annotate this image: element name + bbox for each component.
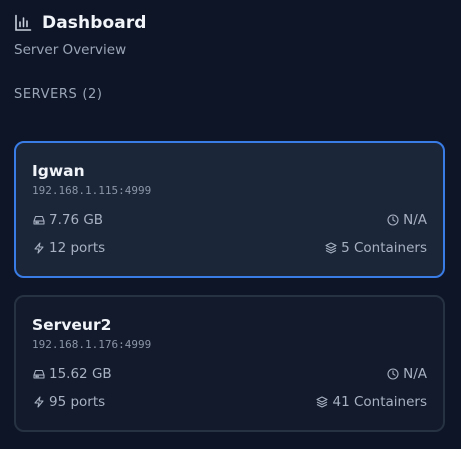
hard-drive-icon xyxy=(32,368,45,381)
storage-value: 15.62 GB xyxy=(49,366,112,382)
containers-value: 5 Containers xyxy=(341,240,427,256)
server-stats-row: 15.62 GB N/A xyxy=(32,364,427,384)
uptime-value: N/A xyxy=(403,366,427,382)
ports-stat: 95 ports xyxy=(32,394,105,410)
layers-icon xyxy=(316,396,329,409)
ports-value: 95 ports xyxy=(49,394,106,410)
clock-icon xyxy=(386,368,399,381)
header: Dashboard xyxy=(14,0,447,35)
server-list: Igwan 192.168.1.115:4999 7.76 GB N/A 12 … xyxy=(14,141,445,432)
layers-icon xyxy=(324,242,337,255)
containers-stat: 41 Containers xyxy=(316,394,427,410)
servers-label: SERVERS xyxy=(14,87,78,102)
server-stats-row: 95 ports 41 Containers xyxy=(32,392,427,412)
containers-value: 41 Containers xyxy=(332,394,427,410)
hard-drive-icon xyxy=(32,214,45,227)
servers-section-label: SERVERS (2) xyxy=(14,87,447,102)
clock-icon xyxy=(386,214,399,227)
server-stats-row: 12 ports 5 Containers xyxy=(32,238,427,258)
storage-stat: 7.76 GB xyxy=(32,212,103,228)
uptime-value: N/A xyxy=(403,212,427,228)
server-address: 192.168.1.176:4999 xyxy=(32,338,152,351)
server-address: 192.168.1.115:4999 xyxy=(32,184,152,197)
server-name: Serveur2 xyxy=(32,316,112,334)
ports-value: 12 ports xyxy=(49,240,106,256)
page-title: Dashboard xyxy=(42,13,147,33)
uptime-stat: N/A xyxy=(386,366,427,382)
lightning-icon xyxy=(32,242,45,255)
bar-chart-icon xyxy=(14,14,32,32)
containers-stat: 5 Containers xyxy=(324,240,427,256)
storage-stat: 15.62 GB xyxy=(32,366,112,382)
server-name: Igwan xyxy=(32,162,85,180)
server-card[interactable]: Igwan 192.168.1.115:4999 7.76 GB N/A 12 … xyxy=(14,141,445,278)
uptime-stat: N/A xyxy=(386,212,427,228)
lightning-icon xyxy=(32,396,45,409)
server-stats-row: 7.76 GB N/A xyxy=(32,210,427,230)
page-subtitle: Server Overview xyxy=(14,42,127,58)
app-root: Dashboard Server Overview SERVERS (2) Ig… xyxy=(0,0,461,449)
ports-stat: 12 ports xyxy=(32,240,105,256)
storage-value: 7.76 GB xyxy=(49,212,104,228)
servers-count: (2) xyxy=(82,87,103,102)
server-card[interactable]: Serveur2 192.168.1.176:4999 15.62 GB N/A… xyxy=(14,295,445,432)
